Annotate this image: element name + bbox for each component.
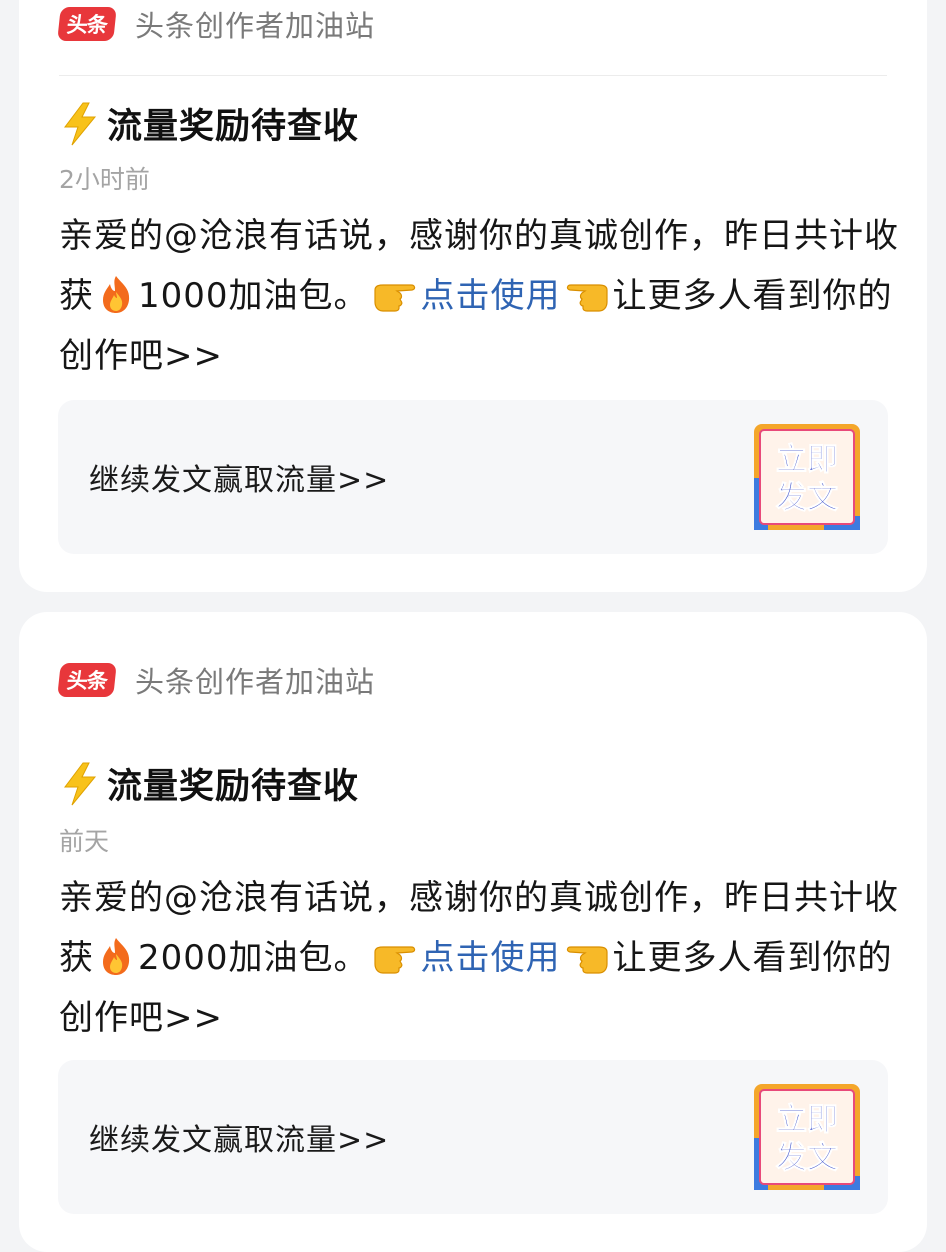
notification-card-1[interactable]: 头条 头条创作者加油站 流量奖励待查收 2小时前 亲爱的@沧浪有话说，感谢你的真… — [19, 0, 927, 592]
toutiao-logo: 头条 — [57, 7, 117, 41]
pointing-left-hand-icon — [563, 274, 611, 314]
message-time: 前天 — [59, 827, 110, 856]
toutiao-logo: 头条 — [57, 663, 117, 697]
lightning-bolt-icon — [59, 101, 101, 147]
message-body: 亲爱的@沧浪有话说，感谢你的真诚创作，昨日共计收获 1000加油包。 点击使用 让更多… — [59, 216, 899, 376]
fire-icon — [96, 936, 136, 976]
continue-posting-banner[interactable]: 继续发文赢取流量>> 立即 发文 — [58, 400, 888, 554]
fire-icon — [96, 274, 136, 314]
badge-line-2: 发文 — [775, 480, 838, 516]
action-label: 继续发文赢取流量>> — [89, 463, 390, 498]
lightning-bolt-icon — [59, 761, 101, 807]
use-link[interactable]: 点击使用 — [421, 938, 561, 978]
use-link[interactable]: 点击使用 — [421, 276, 561, 316]
card-header: 头条 头条创作者加油站 — [57, 2, 376, 46]
notification-card-2[interactable]: 头条 头条创作者加油站 流量奖励待查收 前天 亲爱的@沧浪有话说，感谢你的真诚创… — [19, 612, 927, 1252]
source-name: 头条创作者加油站 — [135, 665, 376, 699]
card-header: 头条 头条创作者加油站 — [57, 658, 376, 702]
post-now-badge-icon[interactable]: 立即 发文 — [754, 1084, 860, 1190]
header-divider — [59, 75, 887, 76]
badge-line-1: 立即 — [776, 442, 838, 478]
pointing-right-hand-icon — [371, 274, 419, 314]
continue-posting-banner[interactable]: 继续发文赢取流量>> 立即 发文 — [58, 1060, 888, 1214]
message-title: 流量奖励待查收 — [59, 758, 359, 809]
badge-line-2: 发文 — [775, 1140, 838, 1176]
message-time: 2小时前 — [59, 165, 150, 194]
message-body: 亲爱的@沧浪有话说，感谢你的真诚创作，昨日共计收获 2000加油包。 点击使用 让更多… — [59, 878, 899, 1038]
badge-line-1: 立即 — [776, 1102, 838, 1138]
message-title: 流量奖励待查收 — [59, 98, 359, 149]
source-name: 头条创作者加油站 — [135, 9, 376, 43]
pointing-left-hand-icon — [563, 936, 611, 976]
post-now-badge-icon[interactable]: 立即 发文 — [754, 424, 860, 530]
action-label: 继续发文赢取流量>> — [89, 1123, 390, 1158]
pointing-right-hand-icon — [371, 936, 419, 976]
